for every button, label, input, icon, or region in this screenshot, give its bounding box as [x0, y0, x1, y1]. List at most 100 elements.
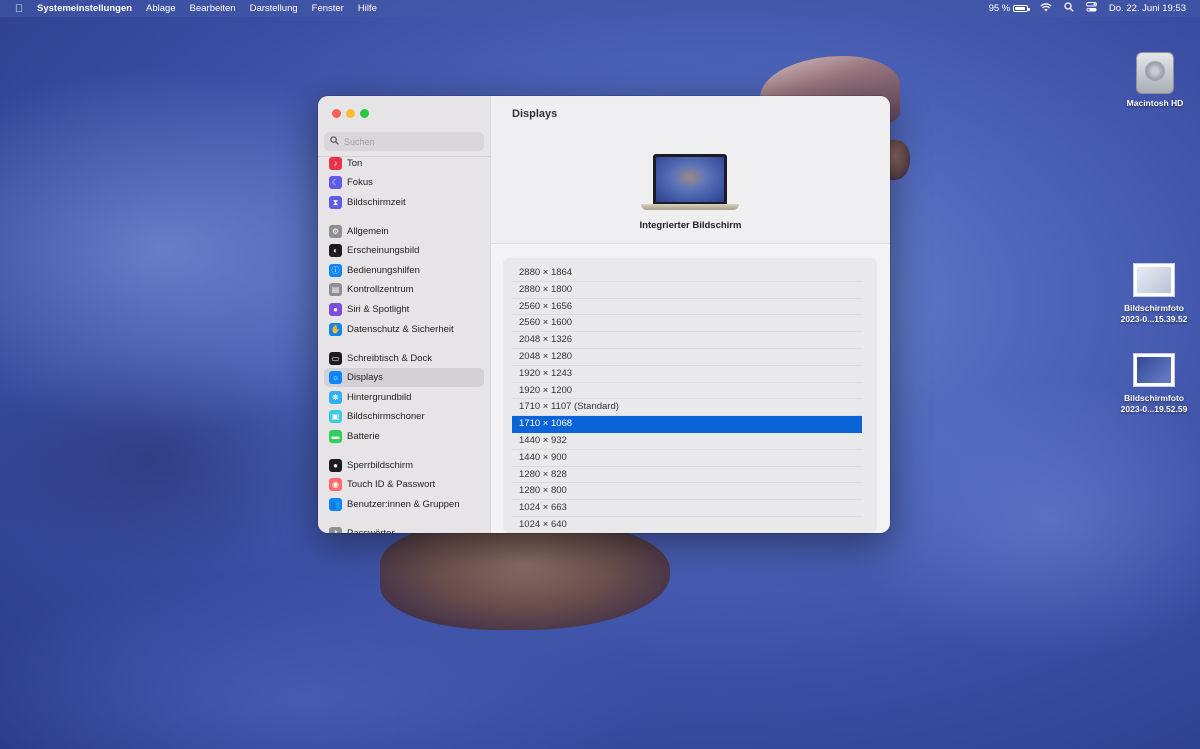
menu-hilfe[interactable]: Hilfe [358, 3, 377, 14]
control-center-icon[interactable] [1085, 2, 1097, 15]
resolution-option[interactable]: 2560 × 1600 [512, 315, 862, 333]
display-name: Integrierter Bildschirm [639, 220, 742, 231]
zoom-window-button[interactable] [360, 109, 369, 118]
accessibility-icon: ⓘ [329, 264, 342, 277]
desktop-icon-label-line2: 2023-0...15.39.52 [1120, 314, 1188, 324]
sidebar-item-label: Erscheinungsbild [347, 245, 420, 256]
sidebar-item-label: Batterie [347, 431, 380, 442]
battery-icon: ▬ [329, 430, 342, 443]
sidebar-item-label: Hintergrundbild [347, 392, 412, 403]
app-menu[interactable]: Systemeinstellungen [37, 3, 132, 14]
sidebar-item-label: Displays [347, 372, 383, 383]
sidebar-item-schreibtisch-dock[interactable]: ▭ Schreibtisch & Dock [324, 349, 484, 368]
sidebar-item-ton[interactable]: ♪ Ton [324, 157, 484, 173]
screensaver-icon: ▣ [329, 410, 342, 423]
apple-menu-icon[interactable]:  [13, 3, 25, 15]
search-placeholder: Suchen [344, 136, 375, 147]
resolution-option[interactable]: 1280 × 800 [512, 483, 862, 501]
hard-drive-icon [1136, 52, 1174, 94]
speaker-icon: ♪ [329, 157, 342, 170]
battery-status[interactable]: 95 % [988, 3, 1030, 14]
sidebar-item-benutzer-innen-gruppen[interactable]: 👥 Benutzer:innen & Gruppen [324, 495, 484, 514]
wallpaper-rock-base [380, 520, 670, 630]
menu-darstellung[interactable]: Darstellung [250, 3, 298, 14]
sidebar-item-displays[interactable]: ☼ Displays [324, 368, 484, 387]
resolution-option[interactable]: 2048 × 1326 [512, 332, 862, 349]
clock[interactable]: Do. 22. Juni 19:53 [1109, 3, 1186, 14]
resolution-option[interactable]: 1024 × 640 [512, 517, 862, 533]
pane-title: Displays [512, 108, 558, 120]
sidebar-item-label: Passwörter [347, 528, 395, 533]
appearance-icon: ◐ [329, 244, 342, 257]
sidebar-item-passwörter[interactable]: ⚷ Passwörter [324, 524, 484, 533]
battery-percent: 95 % [988, 3, 1011, 14]
sidebar-item-siri-spotlight[interactable]: ● Siri & Spotlight [324, 300, 484, 319]
desktop-icon-macintosh-hd[interactable]: Macintosh HD [1110, 52, 1200, 109]
sidebar-item-sperrbildschirm[interactable]: ● Sperrbildschirm [324, 456, 484, 475]
sidebar-item-erscheinungsbild[interactable]: ◐ Erscheinungsbild [324, 241, 484, 260]
control-center-icon: ▤ [329, 283, 342, 296]
displays-header: Displays Integrierter Bildschirm [491, 96, 890, 244]
key-icon: ⚷ [329, 527, 342, 533]
sidebar-list: ♪ Ton ☾ Fokus ⧗ Bildschirmzeit ⚙ Allgemein ◐ Ersc… [324, 157, 485, 533]
resolution-option[interactable]: 1710 × 1068 [512, 416, 862, 433]
spotlight-search-icon[interactable] [1064, 2, 1074, 15]
siri-icon: ● [329, 303, 342, 316]
gear-icon: ⚙ [329, 225, 342, 238]
resolution-list: 2880 × 1864 2880 × 1800 2560 × 1656 2560 × … [503, 258, 877, 533]
resolution-option[interactable]: 1280 × 828 [512, 467, 862, 484]
resolution-option[interactable]: 2880 × 1864 [512, 265, 862, 282]
menu-bearbeiten[interactable]: Bearbeiten [190, 3, 236, 14]
sun-icon: ☼ [329, 371, 342, 384]
sidebar-item-label: Touch ID & Passwort [347, 479, 436, 490]
hand-icon: ✋ [329, 323, 342, 336]
sidebar-item-label: Fokus [347, 177, 373, 188]
resolution-option[interactable]: 1440 × 932 [512, 433, 862, 450]
sidebar-item-label: Benutzer:innen & Gruppen [347, 499, 460, 510]
sidebar-item-touch-id-passwort[interactable]: ◉ Touch ID & Passwort [324, 475, 484, 494]
desktop-icon-screenshot-1[interactable]: Bildschirmfoto 2023-0...15.39.52 [1109, 263, 1199, 325]
desktop-icon-screenshot-2[interactable]: Bildschirmfoto 2023-0...19.52.59 [1109, 353, 1199, 415]
resolution-option[interactable]: 1920 × 1200 [512, 383, 862, 400]
sidebar-item-label: Allgemein [347, 226, 389, 237]
desktop-icon-label-line2: 2023-0...19.52.59 [1120, 404, 1188, 414]
sidebar-item-batterie[interactable]: ▬ Batterie [324, 427, 484, 446]
sidebar: Suchen ♪ Ton ☾ Fokus ⧗ Bildschirmzeit ⚙ Allgeme… [318, 96, 491, 533]
sidebar-item-allgemein[interactable]: ⚙ Allgemein [324, 222, 484, 241]
resolution-option[interactable]: 1710 × 1107 (Standard) [512, 399, 862, 417]
sidebar-item-bedienungshilfen[interactable]: ⓘ Bedienungshilfen [324, 261, 484, 280]
resolution-option[interactable]: 2048 × 1280 [512, 349, 862, 366]
moon-icon: ☾ [329, 176, 342, 189]
wifi-icon[interactable] [1040, 2, 1052, 15]
sidebar-item-kontrollzentrum[interactable]: ▤ Kontrollzentrum [324, 280, 484, 299]
resolution-option[interactable]: 2880 × 1800 [512, 282, 862, 299]
battery-fill [1014, 6, 1026, 10]
menu-fenster[interactable]: Fenster [312, 3, 344, 14]
close-window-button[interactable] [332, 109, 341, 118]
resolution-option[interactable]: 1024 × 663 [512, 500, 862, 517]
dock-icon: ▭ [329, 352, 342, 365]
sidebar-item-bildschirmschoner[interactable]: ▣ Bildschirmschoner [324, 407, 484, 426]
sidebar-item-datenschutz-sicherheit[interactable]: ✋ Datenschutz & Sicherheit [324, 320, 484, 339]
battery-icon [1012, 4, 1030, 12]
sidebar-item-fokus[interactable]: ☾ Fokus [324, 173, 484, 192]
sidebar-item-label: Schreibtisch & Dock [347, 353, 433, 364]
sidebar-item-label: Datenschutz & Sicherheit [347, 324, 454, 335]
fingerprint-icon: ◉ [329, 478, 342, 491]
desktop-icon-label: Macintosh HD [1126, 98, 1184, 108]
resolution-option[interactable]: 1440 × 900 [512, 450, 862, 467]
hourglass-icon: ⧗ [329, 196, 342, 209]
laptop-display-icon[interactable] [641, 154, 739, 212]
sidebar-item-label: Bildschirmzeit [347, 197, 406, 208]
sidebar-item-hintergrundbild[interactable]: ❋ Hintergrundbild [324, 388, 484, 407]
wallpaper-icon: ❋ [329, 391, 342, 404]
sidebar-item-label: Bedienungshilfen [347, 265, 420, 276]
desktop-icon-label-line1: Bildschirmfoto [1124, 303, 1184, 313]
resolution-option[interactable]: 2560 × 1656 [512, 299, 862, 316]
search-field[interactable]: Suchen [324, 132, 484, 151]
menu-ablage[interactable]: Ablage [146, 3, 176, 14]
sidebar-item-bildschirmzeit[interactable]: ⧗ Bildschirmzeit [324, 193, 484, 212]
status-area: 95 % Do. 22. Juni 19:53 [977, 0, 1186, 17]
minimize-window-button[interactable] [346, 109, 355, 118]
resolution-option[interactable]: 1920 × 1243 [512, 366, 862, 383]
